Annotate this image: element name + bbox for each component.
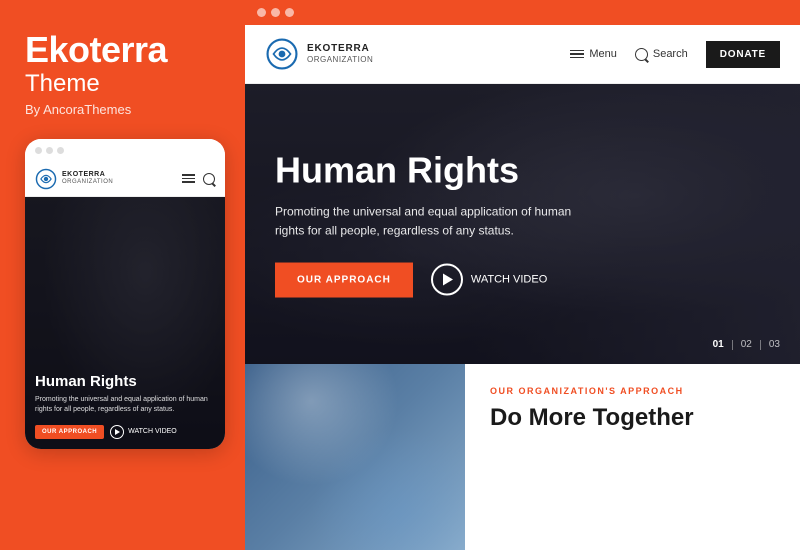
slide-3[interactable]: 03	[769, 339, 780, 350]
mobile-nav-icons	[182, 173, 215, 185]
mobile-org-name: EKOTERRA	[62, 171, 113, 179]
browser-chrome	[245, 0, 800, 25]
hamburger-line-1	[182, 174, 195, 176]
brand-subtitle: Theme	[25, 70, 220, 98]
bottom-image	[245, 364, 465, 550]
mobile-dot-2	[46, 147, 53, 154]
bottom-image-sim	[245, 364, 465, 550]
mobile-dot-1	[35, 147, 42, 154]
desktop-approach-button[interactable]: OUR APPROACH	[275, 262, 413, 297]
mobile-org-text: EKOTERRA ORGANIZATION	[62, 171, 113, 185]
browser-dot-2	[271, 8, 280, 17]
right-panel: EKOTERRA ORGANIZATION Menu Search	[245, 0, 800, 550]
desktop-search-button[interactable]: Search	[635, 48, 688, 61]
bottom-heading: Do More Together	[490, 404, 775, 433]
hamburger-line-3	[182, 181, 195, 183]
desktop-hero-title: Human Rights	[275, 151, 575, 191]
bottom-text-section: OUR ORGANIZATION'S APPROACH Do More Toge…	[465, 364, 800, 550]
mobile-logo-area: EKOTERRA ORGANIZATION	[35, 168, 113, 190]
bottom-label: OUR ORGANIZATION'S APPROACH	[490, 386, 775, 396]
slide-divider-2	[760, 340, 761, 350]
mobile-hero-content: Human Rights Promoting the universal and…	[25, 363, 225, 449]
desktop-nav: EKOTERRA ORGANIZATION Menu Search	[245, 25, 800, 84]
brand-title: Ekoterra	[25, 30, 220, 70]
left-panel: Ekoterra Theme By AncoraThemes EKOTERRA …	[0, 0, 245, 550]
mobile-nav: EKOTERRA ORGANIZATION	[25, 162, 225, 197]
mobile-watch-label: WATCH VIDEO	[128, 428, 177, 435]
desktop-site: EKOTERRA ORGANIZATION Menu Search	[245, 25, 800, 550]
hamburger-icon[interactable]	[182, 174, 195, 183]
desktop-play-triangle	[443, 274, 453, 286]
slide-2[interactable]: 02	[741, 339, 752, 350]
menu-line-3	[570, 57, 584, 59]
mobile-hero-title: Human Rights	[35, 373, 215, 390]
desktop-nav-right: Menu Search DONATE	[570, 41, 780, 68]
desktop-org-name: EKOTERRA	[307, 43, 373, 55]
slide-indicators: 01 02 03	[713, 339, 780, 350]
desktop-hero-content: Human Rights Promoting the universal and…	[275, 151, 575, 298]
mobile-search-icon[interactable]	[203, 173, 215, 185]
desktop-hamburger-icon	[570, 50, 584, 59]
menu-line-1	[570, 50, 584, 52]
menu-label: Menu	[589, 48, 617, 60]
browser-dot-1	[257, 8, 266, 17]
mobile-approach-button[interactable]: OUR APPROACH	[35, 425, 104, 439]
slide-1[interactable]: 01	[713, 339, 724, 350]
mobile-logo-icon	[35, 168, 57, 190]
mobile-play-triangle	[115, 429, 120, 435]
desktop-play-icon	[431, 264, 463, 296]
hamburger-line-2	[182, 178, 195, 180]
search-icon	[635, 48, 648, 61]
search-label: Search	[653, 48, 688, 60]
desktop-org-sub: ORGANIZATION	[307, 55, 373, 65]
slide-divider-1	[732, 340, 733, 350]
mobile-mockup: EKOTERRA ORGANIZATION Human Rights Promo…	[25, 139, 225, 449]
desktop-hero-buttons: OUR APPROACH WATCH VIDEO	[275, 262, 575, 297]
mobile-browser-dots	[25, 139, 225, 162]
desktop-bottom: OUR ORGANIZATION'S APPROACH Do More Toge…	[245, 364, 800, 550]
donate-button[interactable]: DONATE	[706, 41, 780, 68]
mobile-dot-3	[57, 147, 64, 154]
desktop-org-text: EKOTERRA ORGANIZATION	[307, 43, 373, 65]
mobile-hero: Human Rights Promoting the universal and…	[25, 197, 225, 449]
mobile-org-sub: ORGANIZATION	[62, 179, 113, 186]
desktop-hero-desc: Promoting the universal and equal applic…	[275, 202, 575, 240]
desktop-menu-button[interactable]: Menu	[570, 48, 617, 60]
brand-by: By AncoraThemes	[25, 102, 220, 117]
menu-line-2	[570, 53, 584, 55]
browser-dot-3	[285, 8, 294, 17]
desktop-watch-label: WATCH VIDEO	[471, 274, 547, 286]
mobile-hero-desc: Promoting the universal and equal applic…	[35, 395, 215, 415]
mobile-watch-button[interactable]: WATCH VIDEO	[110, 425, 177, 439]
desktop-logo-icon	[265, 37, 299, 71]
desktop-hero: Human Rights Promoting the universal and…	[245, 84, 800, 364]
mobile-hero-buttons: OUR APPROACH WATCH VIDEO	[35, 425, 215, 439]
desktop-logo-area: EKOTERRA ORGANIZATION	[265, 37, 373, 71]
desktop-watch-button[interactable]: WATCH VIDEO	[431, 264, 547, 296]
mobile-play-icon	[110, 425, 124, 439]
